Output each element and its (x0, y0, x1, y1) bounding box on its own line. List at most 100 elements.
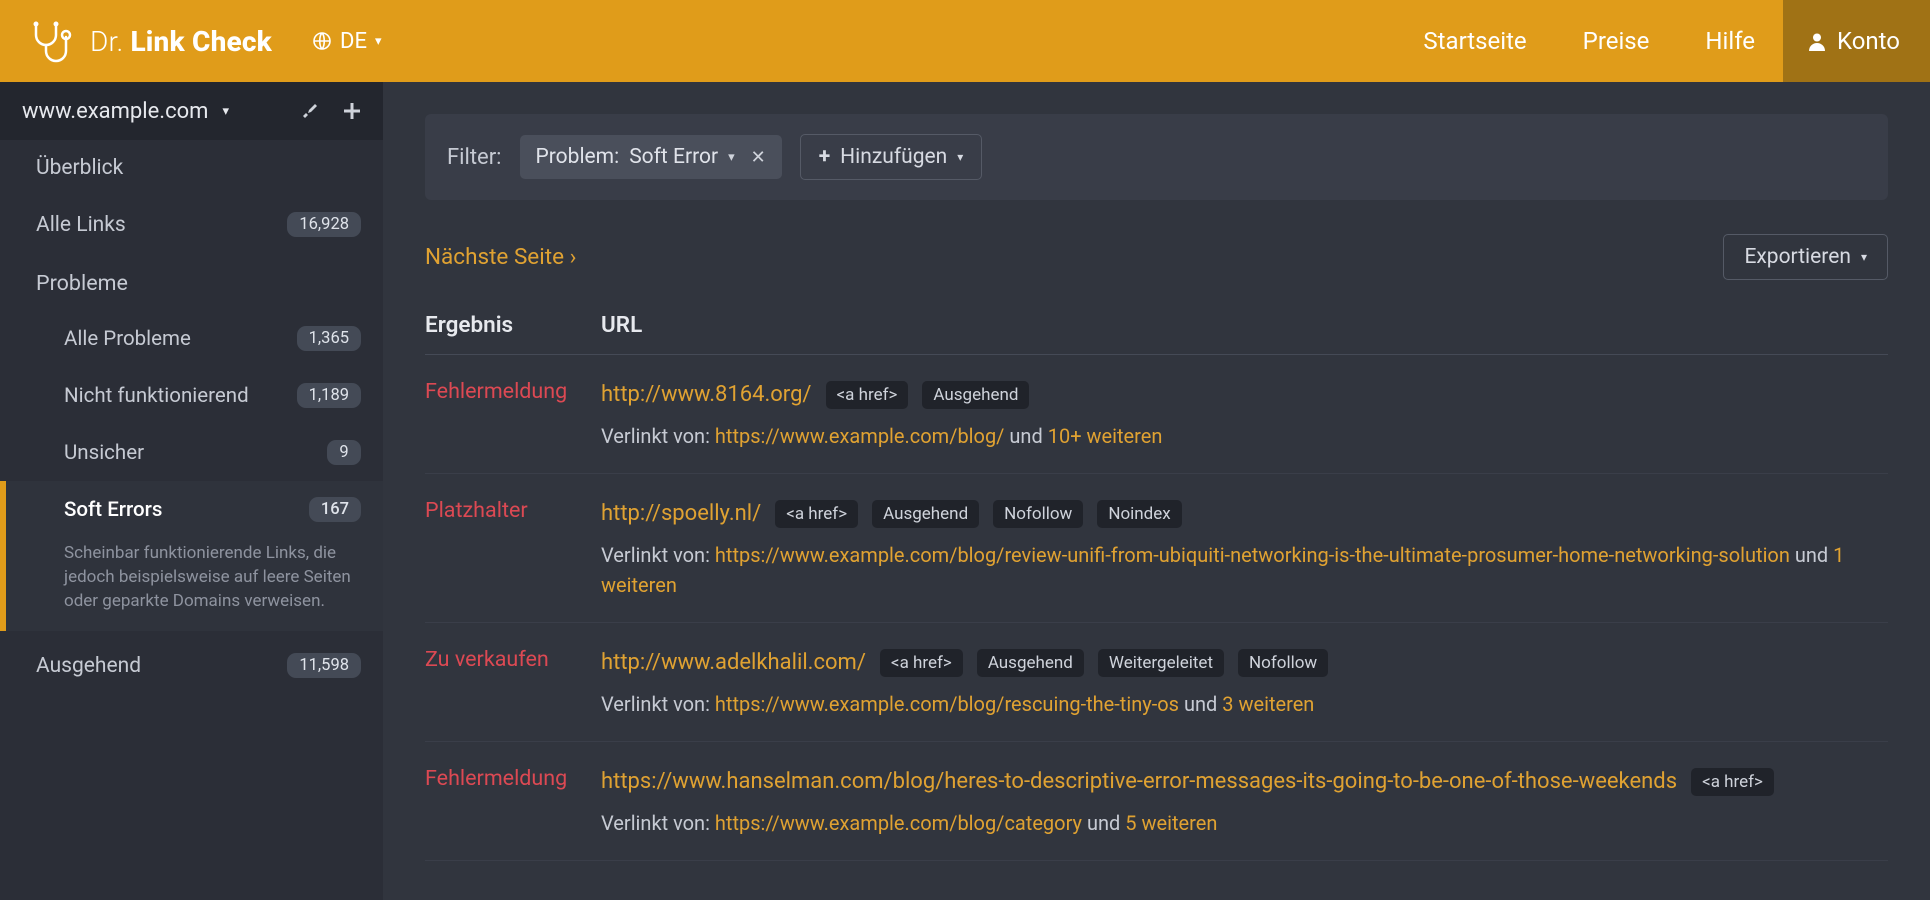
add-filter-label: Hinzufügen (840, 145, 947, 169)
app-header: Dr. Link Check DE ▾ Startseite Preise Hi… (0, 0, 1930, 82)
sidebar-item-label: Überblick (36, 156, 123, 180)
sidebar-item-label: Ausgehend (36, 654, 141, 678)
nav-help[interactable]: Hilfe (1677, 0, 1783, 82)
next-page-link[interactable]: Nächste Seite › (425, 244, 576, 270)
linked-from-label: Verlinkt von: (601, 811, 715, 835)
linked-from-source[interactable]: https://www.example.com/blog/category (715, 811, 1082, 835)
top-nav: Startseite Preise Hilfe Konto (1395, 0, 1930, 82)
export-button[interactable]: Exportieren ▾ (1723, 234, 1888, 280)
logo-text: Dr. Link Check (90, 25, 272, 58)
nav-home[interactable]: Startseite (1395, 0, 1554, 82)
filter-chip-problem[interactable]: Problem: Soft Error ▾ ✕ (520, 135, 782, 179)
close-icon[interactable]: ✕ (751, 147, 766, 168)
sidebar-problems-all[interactable]: Alle Probleme 1,365 (0, 310, 383, 367)
and-word: und (1082, 811, 1125, 835)
count-badge: 1,365 (297, 326, 361, 351)
result-url[interactable]: http://www.adelkhalil.com/ (601, 647, 866, 679)
logo[interactable]: Dr. Link Check (0, 19, 272, 63)
nav-account-label: Konto (1837, 27, 1900, 55)
linked-from: Verlinkt von: https://www.example.com/bl… (601, 540, 1888, 600)
url-cell: https://www.hanselman.com/blog/heres-to-… (601, 766, 1888, 838)
results-list: Fehlermeldunghttp://www.8164.org/<a href… (425, 355, 1888, 861)
chevron-down-icon: ▾ (957, 150, 963, 164)
sidebar-item-label: Unsicher (64, 441, 144, 465)
plus-icon: + (819, 145, 830, 169)
column-url: URL (601, 312, 1888, 338)
export-label: Exportieren (1744, 245, 1851, 269)
linked-from: Verlinkt von: https://www.example.com/bl… (601, 421, 1888, 451)
sidebar-item-label: Soft Errors (64, 498, 162, 522)
filter-chip-value: Soft Error (629, 145, 718, 169)
linked-from: Verlinkt von: https://www.example.com/bl… (601, 689, 1888, 719)
chevron-down-icon: ▾ (728, 150, 735, 165)
table-row: Zu verkaufenhttp://www.adelkhalil.com/<a… (425, 623, 1888, 742)
site-selector[interactable]: www.example.com ▾ (0, 82, 383, 140)
count-badge: 11,598 (287, 653, 361, 678)
sidebar-problems-broken[interactable]: Nicht funktionierend 1,189 (0, 367, 383, 424)
add-filter-button[interactable]: + Hinzufügen ▾ (800, 134, 983, 180)
sidebar-item-label: Nicht funktionierend (64, 384, 249, 408)
result-type: Fehlermeldung (425, 379, 601, 451)
chevron-down-icon: ▾ (375, 34, 382, 49)
linked-from-label: Verlinkt von: (601, 692, 715, 716)
sidebar-section-problems: Probleme (0, 253, 383, 310)
link-tag: <a href> (775, 500, 858, 528)
link-tag: Nofollow (1238, 649, 1328, 677)
linked-from: Verlinkt von: https://www.example.com/bl… (601, 808, 1888, 838)
chevron-down-icon: ▾ (222, 104, 229, 119)
table-header: Ergebnis URL (425, 312, 1888, 355)
sidebar: www.example.com ▾ Überblick Alle Links 1… (0, 82, 383, 900)
nav-account[interactable]: Konto (1783, 0, 1930, 82)
sidebar-overview[interactable]: Überblick (0, 140, 383, 196)
link-tag: Weitergeleitet (1098, 649, 1224, 677)
result-type: Fehlermeldung (425, 766, 601, 838)
globe-icon (312, 31, 332, 51)
main-content: Filter: Problem: Soft Error ▾ ✕ + Hinzuf… (383, 82, 1930, 900)
settings-icon[interactable] (301, 102, 319, 120)
and-word: und (1179, 692, 1222, 716)
sidebar-item-label: Alle Probleme (64, 327, 191, 351)
result-url[interactable]: http://www.8164.org/ (601, 379, 812, 411)
stethoscope-icon (28, 19, 72, 63)
linked-from-more[interactable]: 3 weiteren (1222, 692, 1314, 716)
language-label: DE (340, 29, 367, 54)
sidebar-item-label: Alle Links (36, 213, 126, 237)
site-name: www.example.com (22, 99, 208, 124)
link-tag: Ausgehend (872, 500, 979, 528)
sidebar-problems-unsafe[interactable]: Unsicher 9 (0, 424, 383, 481)
table-row: Platzhalterhttp://spoelly.nl/ <a href> Aus… (425, 474, 1888, 623)
filter-label: Filter: (447, 145, 502, 170)
url-cell: http://spoelly.nl/ <a href> Ausgehend Nofol… (601, 498, 1888, 600)
count-badge: 1,189 (297, 383, 361, 408)
user-icon (1807, 31, 1827, 51)
logo-prefix: Dr. (90, 25, 123, 58)
result-url[interactable]: http://spoelly.nl/ (601, 498, 761, 530)
and-word: und (1004, 424, 1047, 448)
linked-from-more[interactable]: 5 weiteren (1125, 811, 1217, 835)
link-tag: Nofollow (993, 500, 1083, 528)
language-switcher[interactable]: DE ▾ (312, 29, 381, 54)
and-word: und (1790, 543, 1833, 567)
result-url[interactable]: https://www.hanselman.com/blog/heres-to-… (601, 766, 1677, 798)
column-result: Ergebnis (425, 312, 601, 338)
link-tag: Noindex (1097, 500, 1181, 528)
add-site-icon[interactable] (343, 102, 361, 120)
sidebar-all-links[interactable]: Alle Links 16,928 (0, 196, 383, 253)
sidebar-outgoing[interactable]: Ausgehend 11,598 (0, 631, 383, 694)
linked-from-more[interactable]: 10+ weiteren (1048, 424, 1163, 448)
linked-from-label: Verlinkt von: (601, 543, 715, 567)
linked-from-source[interactable]: https://www.example.com/blog/review-unif… (715, 543, 1790, 567)
linked-from-source[interactable]: https://www.example.com/blog/ (715, 424, 1005, 448)
filter-bar: Filter: Problem: Soft Error ▾ ✕ + Hinzuf… (425, 114, 1888, 200)
link-tag: Ausgehend (977, 649, 1084, 677)
linked-from-label: Verlinkt von: (601, 424, 715, 448)
nav-pricing[interactable]: Preise (1555, 0, 1678, 82)
sidebar-problems-soft-active[interactable]: Soft Errors 167 Scheinbar funktionierend… (0, 481, 383, 631)
link-tag: <a href> (880, 649, 963, 677)
count-badge: 167 (309, 497, 361, 522)
linked-from-source[interactable]: https://www.example.com/blog/rescuing-th… (715, 692, 1179, 716)
url-cell: http://www.adelkhalil.com/ <a href> Ausgeh… (601, 647, 1888, 719)
result-type: Platzhalter (425, 498, 601, 600)
chevron-down-icon: ▾ (1861, 250, 1867, 264)
logo-bold: Link Check (130, 25, 272, 58)
